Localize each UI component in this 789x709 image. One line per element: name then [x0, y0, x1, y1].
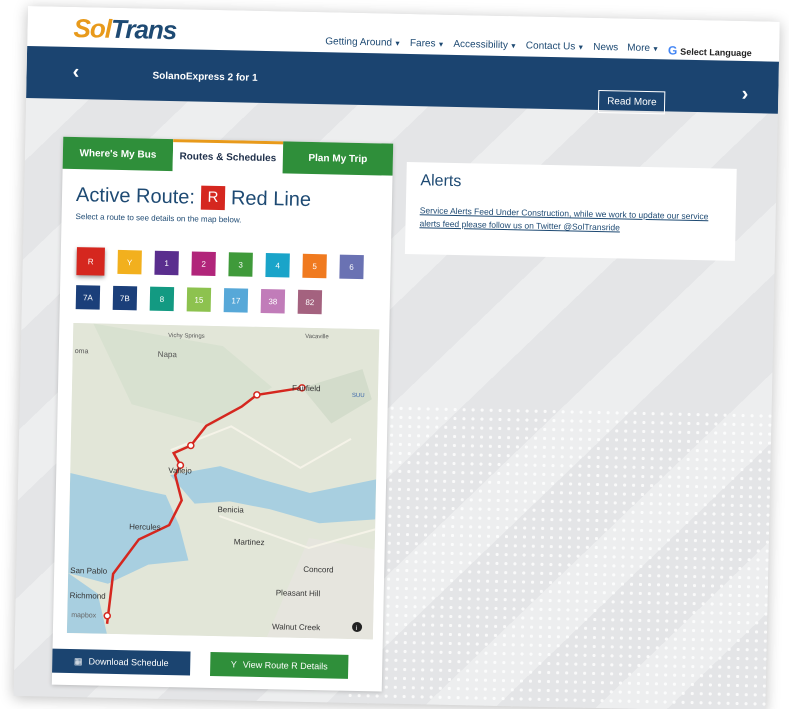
map-label: Vichy Springs [168, 333, 205, 340]
calendar-icon: ▦ [73, 655, 83, 666]
tab-routes-schedules[interactable]: Routes & Schedules [172, 139, 284, 174]
nav-contact-us[interactable]: Contact Us ▼ [526, 40, 585, 55]
caret-down-icon: ▼ [509, 43, 517, 51]
map-label: Hercules [129, 522, 161, 532]
route-button-3[interactable]: 3 [228, 252, 253, 277]
caret-down-icon: ▼ [651, 46, 660, 54]
page: SolTrans Getting Around ▼ Fares ▼ Accessib… [13, 6, 780, 709]
route-button-4[interactable]: 4 [265, 253, 290, 278]
caret-down-icon: ▼ [393, 40, 402, 48]
alerts-link[interactable]: Service Alerts Feed Under Construction, … [419, 204, 725, 236]
tab-plan-my-trip[interactable]: Plan My Trip [282, 141, 394, 176]
nav-news[interactable]: News [593, 42, 618, 57]
google-icon: G [667, 43, 678, 58]
map-label: Napa [158, 350, 178, 359]
card-tabs: Where's My Bus Routes & Schedules Plan M… [62, 136, 394, 176]
route-button-y[interactable]: Y [117, 249, 142, 275]
route-button-5[interactable]: 5 [302, 253, 327, 279]
map-label: Benicia [217, 505, 244, 515]
map-label: oma [75, 348, 89, 355]
route-button-1[interactable]: 1 [154, 250, 179, 276]
read-more-button[interactable]: Read More [597, 89, 666, 115]
download-schedule-button[interactable]: ▦ Download Schedule [52, 648, 191, 676]
route-selector: R Y 1 2 3 4 5 6 7A 7B 8 15 17 38 82 [75, 247, 377, 315]
view-route-details-button[interactable]: Y View Route R Details [210, 651, 349, 679]
route-button-15[interactable]: 15 [186, 287, 212, 312]
caret-down-icon: ▼ [437, 41, 445, 49]
route-button-6[interactable]: 6 [339, 254, 364, 280]
map-canvas: Vichy Springs Vacaville Napa oma Fairfie… [66, 323, 380, 640]
mapbox-attribution: mapbox [71, 612, 97, 620]
routes-card: Where's My Bus Routes & Schedules Plan M… [51, 136, 394, 692]
route-button-17[interactable]: 17 [223, 288, 249, 313]
map-label: Vallejo [168, 466, 192, 476]
map-label: Concord [303, 565, 333, 575]
chevron-right-icon[interactable]: › [741, 83, 748, 106]
active-route-heading: Active Route: R Red Line [75, 183, 312, 211]
nav-accessibility[interactable]: Accessibility ▼ [453, 39, 517, 54]
map-label: Martinez [234, 537, 265, 547]
alerts-title: Alerts [420, 172, 462, 191]
nav-fares[interactable]: Fares ▼ [410, 38, 445, 53]
background-dots [345, 402, 772, 709]
language-selector[interactable]: G Select Language [668, 43, 752, 59]
route-hint: Select a route to see details on the map… [75, 212, 242, 225]
route-button-7a[interactable]: 7A [75, 285, 101, 310]
map-label: Fairfield [292, 384, 321, 394]
map-label: Vacaville [305, 334, 329, 341]
caret-down-icon: ▼ [577, 44, 585, 52]
nav-more[interactable]: More ▼ [627, 43, 659, 58]
tab-wheres-my-bus[interactable]: Where's My Bus [62, 136, 174, 172]
route-button-38[interactable]: 38 [260, 288, 286, 314]
route-badge: R [200, 185, 226, 211]
route-button-2[interactable]: 2 [191, 251, 216, 276]
route-button-r[interactable]: R [76, 247, 105, 276]
map-label: Walnut Creek [272, 622, 321, 632]
alerts-panel: Alerts Service Alerts Feed Under Constru… [404, 161, 737, 261]
route-map[interactable]: Vichy Springs Vacaville Napa oma Fairfie… [66, 323, 380, 640]
route-button-8[interactable]: 8 [149, 286, 175, 312]
banner-title: SolanoExpress 2 for 1 [152, 70, 258, 84]
nav-getting-around[interactable]: Getting Around ▼ [325, 36, 401, 52]
soltrans-logo[interactable]: SolTrans [73, 13, 176, 46]
map-label: San Pablo [70, 566, 108, 576]
map-label: Pleasant Hill [276, 588, 321, 598]
map-label: SUU [352, 393, 365, 399]
chevron-left-icon[interactable]: ‹ [72, 61, 79, 84]
map-label: Richmond [70, 591, 106, 601]
route-icon: Y [230, 659, 237, 670]
route-button-7b[interactable]: 7B [112, 285, 138, 311]
route-button-82[interactable]: 82 [297, 289, 323, 315]
